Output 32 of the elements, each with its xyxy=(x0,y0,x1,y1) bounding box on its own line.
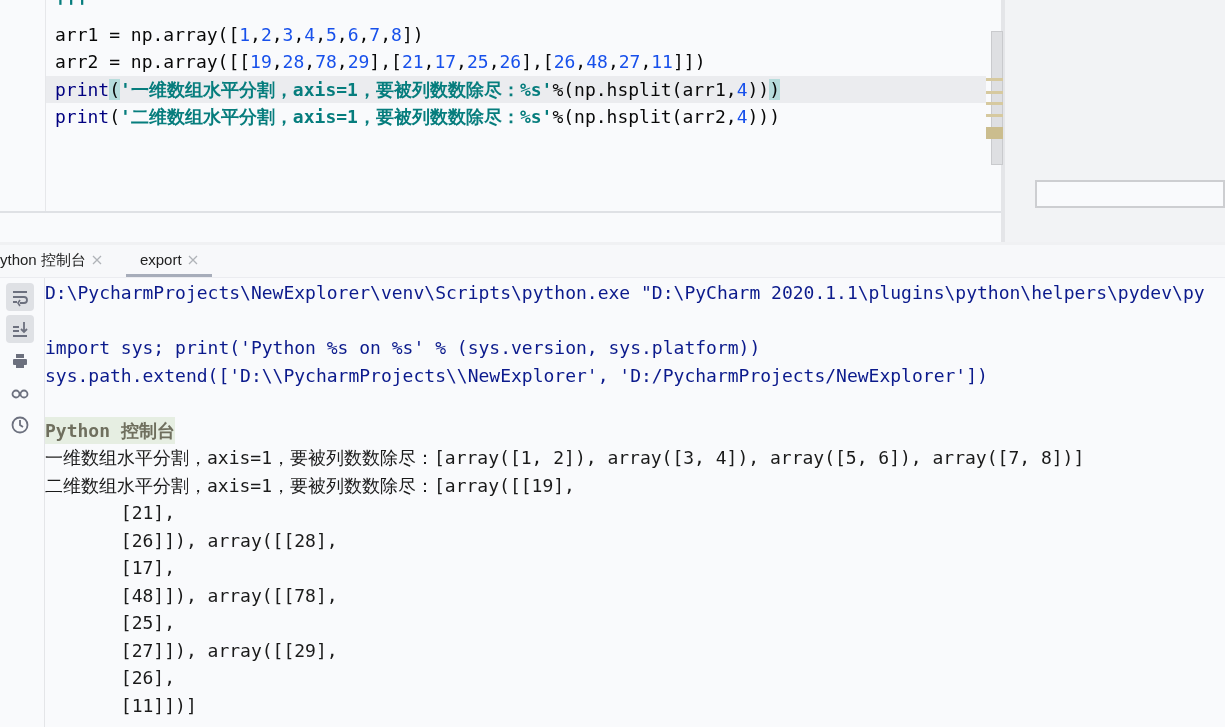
error-stripe-mark[interactable] xyxy=(986,102,1003,105)
code-line: arr1 = np.array([1,2,3,4,5,6,7,8]) xyxy=(55,22,424,47)
error-stripe-mark[interactable] xyxy=(986,127,1003,139)
console-command: import sys; print('Python %s on %s' % (sys.version, sys.platform)) xyxy=(45,336,761,361)
error-stripe-mark[interactable] xyxy=(986,114,1003,117)
console-command: sys.path.extend(['D:\\PycharmProjects\\NewExplorer', 'D:/PycharmProjects/NewExplorer']) xyxy=(45,363,988,388)
input-field[interactable] xyxy=(1035,180,1225,208)
console-output: [17], xyxy=(119,556,176,581)
wrap-button[interactable] xyxy=(5,283,34,311)
error-stripe-mark[interactable] xyxy=(986,91,1003,94)
console-output: [26], xyxy=(119,666,176,691)
console-command: D:\PycharmProjects\NewExplorer\venv\Scripts\python.exe "D:\PyCharm 2020.1.1\plugins\python\helpers\pydev\py xyxy=(45,281,1205,306)
scroll-to-end-button[interactable] xyxy=(5,315,34,343)
code-line: arr2 = np.array([[19,28,78,29],[21,17,25,26],[26,48,27,11]]) xyxy=(55,50,706,75)
code-line: ''' xyxy=(55,0,88,20)
close-icon[interactable] xyxy=(91,255,102,265)
close-icon[interactable] xyxy=(187,255,198,265)
console-output: [21], xyxy=(119,501,176,526)
clock-icon xyxy=(9,415,30,435)
console-output: [26]]), array([[28], xyxy=(119,528,338,553)
console-output: [48]]), array([[78], xyxy=(119,583,338,608)
console-banner: Python 控制台 xyxy=(45,416,175,444)
code-line: print('一维数组水平分割，axis=1，要被列数数除尽：%s'%(np.hsplit(arr1,4))) xyxy=(55,77,780,102)
console-output: 一维数组水平分割，axis=1，要被列数数除尽：[array([1, 2]), array([3, 4]), array([5, 6]), array([7, 8])] xyxy=(45,446,1085,471)
console-output: [27]]), array([[29], xyxy=(119,638,338,663)
console-tab[interactable]: export xyxy=(125,246,212,277)
console-tab[interactable]: ython 控制台 xyxy=(0,246,114,277)
console-output: [11]])] xyxy=(119,693,197,718)
error-stripe-mark[interactable] xyxy=(986,78,1003,81)
console-output: [25], xyxy=(119,611,176,636)
console-output: 二维数组水平分割，axis=1，要被列数数除尽：[array([[19], xyxy=(45,473,575,498)
code-line: print('二维数组水平分割，axis=1，要被列数数除尽：%s'%(np.hsplit(arr2,4))) xyxy=(55,105,780,130)
